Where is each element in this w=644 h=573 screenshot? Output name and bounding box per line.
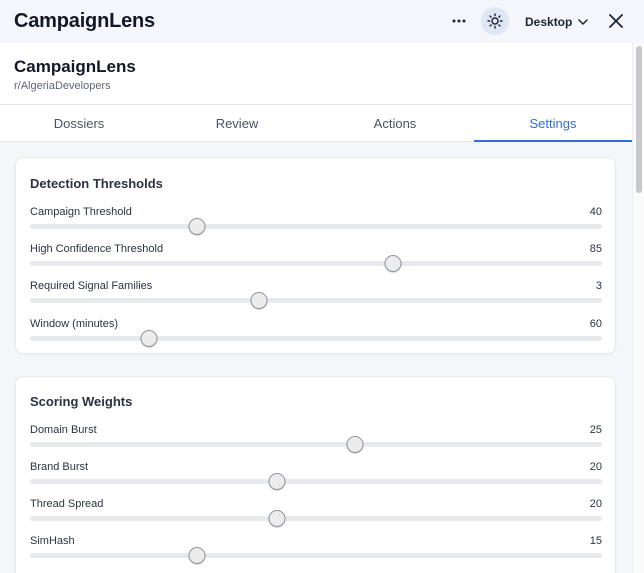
slider-track[interactable]: [30, 516, 602, 521]
chevron-down-icon: [578, 19, 589, 25]
settings-content: Detection Thresholds Campaign Threshold …: [0, 142, 632, 573]
slider-value: 20: [589, 498, 602, 510]
tab-dossiers[interactable]: Dossiers: [0, 105, 158, 141]
slider-thumb[interactable]: [250, 292, 268, 309]
section-title: Detection Thresholds: [30, 176, 163, 191]
tab-settings[interactable]: Settings: [474, 105, 632, 142]
simhash-slider: SimHash 15: [30, 535, 602, 567]
campaign-threshold-slider: Campaign Threshold 40: [30, 206, 602, 238]
thread-spread-slider: Thread Spread 20: [30, 498, 602, 530]
more-options-button[interactable]: [445, 7, 473, 35]
tab-actions[interactable]: Actions: [316, 105, 474, 141]
device-select-label: Desktop: [525, 15, 573, 29]
slider-track[interactable]: [30, 224, 602, 229]
scrollbar[interactable]: [632, 43, 644, 573]
slider-value: 60: [589, 318, 602, 330]
scrollbar-thumb[interactable]: [636, 46, 642, 193]
sun-icon: [487, 13, 503, 29]
slider-value: 85: [589, 243, 602, 255]
scoring-weights-card: Scoring Weights Domain Burst 25 Brand Bu…: [15, 376, 616, 573]
brand-burst-slider: Brand Burst 20: [30, 461, 602, 493]
tab-label: Settings: [529, 115, 577, 131]
slider-thumb[interactable]: [188, 547, 206, 564]
slider-track[interactable]: [30, 298, 602, 303]
close-icon: [609, 14, 623, 28]
slider-label: Brand Burst: [30, 461, 89, 473]
close-button[interactable]: [602, 7, 630, 35]
title-bar: CampaignLens Desktop: [0, 0, 644, 43]
page-title: CampaignLens: [14, 57, 136, 76]
required-signal-families-slider: Required Signal Families 3: [30, 280, 602, 312]
slider-label: Required Signal Families: [30, 280, 153, 292]
tab-label: Dossiers: [53, 115, 105, 131]
slider-label: High Confidence Threshold: [30, 243, 164, 255]
slider-thumb[interactable]: [384, 255, 402, 272]
section-title: Scoring Weights: [30, 394, 133, 409]
slider-value: 20: [589, 461, 602, 473]
tab-label: Actions: [373, 115, 417, 131]
tab-label: Review: [215, 115, 259, 131]
slider-thumb[interactable]: [346, 436, 364, 453]
slider-track[interactable]: [30, 442, 602, 447]
more-horizontal-icon: [452, 19, 466, 23]
slider-value: 3: [595, 280, 602, 292]
window-minutes-slider: Window (minutes) 60: [30, 318, 602, 350]
detection-thresholds-card: Detection Thresholds Campaign Threshold …: [15, 157, 616, 354]
slider-thumb[interactable]: [140, 330, 158, 347]
subreddit-label: r/AlgeriaDevelopers: [14, 80, 111, 92]
tab-review[interactable]: Review: [158, 105, 316, 141]
slider-thumb[interactable]: [268, 510, 286, 527]
app-header: CampaignLens r/AlgeriaDevelopers: [0, 43, 632, 104]
slider-value: 25: [589, 424, 602, 436]
slider-track[interactable]: [30, 261, 602, 266]
slider-thumb[interactable]: [268, 473, 286, 490]
app-title: CampaignLens: [14, 10, 155, 32]
slider-track[interactable]: [30, 553, 602, 558]
tab-bar: Dossiers Review Actions Settings: [0, 104, 632, 142]
high-confidence-threshold-slider: High Confidence Threshold 85: [30, 243, 602, 275]
slider-value: 15: [589, 535, 602, 547]
slider-label: Domain Burst: [30, 424, 97, 436]
slider-label: SimHash: [30, 535, 75, 547]
slider-track[interactable]: [30, 336, 602, 341]
slider-thumb[interactable]: [188, 218, 206, 235]
slider-label: Thread Spread: [30, 498, 104, 510]
slider-label: Window (minutes): [30, 318, 119, 330]
theme-toggle-button[interactable]: [481, 7, 509, 35]
device-select[interactable]: Desktop: [525, 12, 589, 32]
slider-label: Campaign Threshold: [30, 206, 132, 218]
slider-track[interactable]: [30, 479, 602, 484]
domain-burst-slider: Domain Burst 25: [30, 424, 602, 456]
slider-value: 40: [589, 206, 602, 218]
